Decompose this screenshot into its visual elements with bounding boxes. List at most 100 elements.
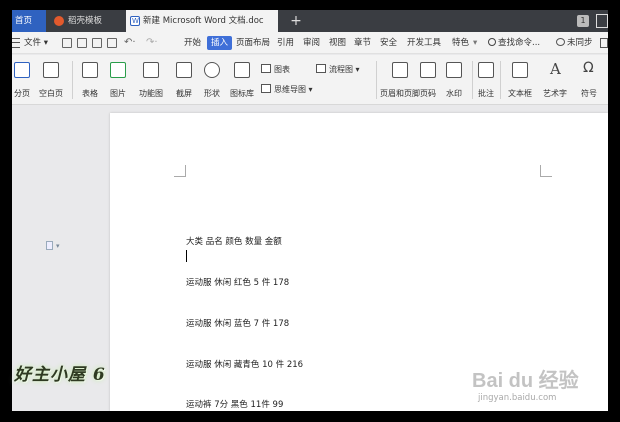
function-chart-label: 功能图 — [139, 89, 163, 98]
menu-view[interactable]: 视图 — [329, 32, 346, 54]
blank-page-icon — [43, 62, 59, 78]
tab-bar: 首页 稻壳模板 新建 Microsoft Word 文档.doc + 1 — [12, 10, 608, 32]
table-label: 表格 — [82, 89, 98, 98]
shape-label: 形状 — [204, 89, 220, 98]
document-line: 运动服 休闲 蓝色 7 件 178 — [186, 318, 290, 329]
document-line: 大类 品名 颜色 数量 金额 — [186, 237, 282, 248]
icon-library-icon — [234, 62, 250, 78]
restore-window-icon[interactable] — [596, 14, 608, 28]
window-count-badge[interactable]: 1 — [577, 15, 589, 27]
menu-insert[interactable]: 插入 — [207, 36, 233, 50]
header-footer-icon — [392, 62, 408, 78]
tab-document-label: 新建 Microsoft Word 文档.doc — [143, 16, 264, 26]
cover-page-icon — [14, 62, 30, 78]
symbol-icon — [581, 60, 597, 78]
menu-page-layout[interactable]: 页面布局 — [236, 32, 270, 54]
tab-templates-label: 稻壳模板 — [68, 16, 103, 26]
print-preview-icon[interactable] — [107, 38, 117, 48]
save-icon[interactable] — [62, 38, 72, 48]
paragraph-layout-icon[interactable] — [46, 241, 53, 250]
document-line: 运动服 休闲 藏青色 10 件 216 — [186, 359, 304, 370]
chart-button[interactable]: 图表 — [261, 63, 290, 77]
table-button[interactable]: 表格 — [76, 55, 104, 105]
mind-map-icon — [261, 84, 271, 93]
page-number-button[interactable]: 页码 — [414, 55, 442, 105]
ribbon-separator — [500, 61, 501, 99]
screenshot-button[interactable]: 截屏 — [170, 55, 198, 105]
comment-label: 批注 — [478, 89, 494, 98]
baidu-logo: Bai du 经验 — [472, 370, 579, 392]
page-number-icon — [420, 62, 436, 78]
tab-document[interactable]: 新建 Microsoft Word 文档.doc — [126, 10, 278, 32]
search-icon — [488, 38, 496, 46]
sync-status[interactable]: 未同步 — [556, 32, 593, 54]
menu-start[interactable]: 开始 — [184, 32, 201, 54]
page-number-label: 页码 — [420, 89, 436, 98]
blank-page-label: 空白页 — [39, 89, 63, 98]
ribbon-insert: 分页 空白页 表格 图片 功能图 截屏 形状 图标库 图表 思维导图 ▾ 流程图… — [12, 55, 608, 105]
margin-corner-mark — [540, 165, 552, 177]
undo-icon[interactable]: ↶· — [124, 32, 136, 54]
share-icon[interactable] — [600, 38, 608, 48]
picture-button[interactable]: 图片 — [104, 55, 132, 105]
command-search[interactable]: 查找命令... — [488, 32, 540, 54]
text-cursor — [186, 250, 187, 262]
flowchart-icon — [316, 64, 326, 73]
text-box-icon — [512, 62, 528, 78]
more-menu-icon[interactable]: ▾ — [473, 32, 477, 54]
ribbon-separator — [376, 61, 377, 99]
comment-button[interactable]: 批注 — [474, 55, 498, 105]
word-art-icon — [547, 60, 563, 78]
mind-map-label: 思维导图 — [274, 85, 306, 94]
new-tab-button[interactable]: + — [288, 10, 304, 32]
menu-security[interactable]: 安全 — [380, 32, 397, 54]
document-line: 运动裤 7分 黑色 11件 99 — [186, 400, 284, 411]
hamburger-menu-icon[interactable] — [12, 38, 20, 48]
blank-page-button[interactable]: 空白页 — [34, 55, 68, 105]
text-box-button[interactable]: 文本框 — [502, 55, 538, 105]
flowchart-label: 流程图 — [329, 65, 353, 74]
menu-bar: 文件 ▾ ↶· ↷· 开始 插入 页面布局 引用 审阅 视图 章节 安全 开发工… — [12, 32, 608, 54]
function-chart-icon — [143, 62, 159, 78]
shape-button[interactable]: 形状 — [198, 55, 226, 105]
flowchart-button[interactable]: 流程图 ▾ — [316, 63, 360, 77]
screenshot-frame: 首页 稻壳模板 新建 Microsoft Word 文档.doc + 1 文件 … — [0, 0, 620, 422]
menu-developer[interactable]: 开发工具 — [407, 32, 441, 54]
chart-icon — [261, 64, 271, 73]
baidu-url: jingyan.baidu.com — [478, 393, 557, 403]
symbol-label: 符号 — [581, 89, 597, 98]
symbol-button[interactable]: 符号 — [574, 55, 604, 105]
document-text[interactable]: 大类 品名 颜色 数量 金额 运动服 休闲 红色 5 件 178 运动服 休闲 … — [186, 209, 303, 411]
screenshot-icon — [176, 62, 192, 78]
tab-home[interactable]: 首页 — [12, 10, 46, 32]
redo-icon[interactable]: ↷· — [146, 32, 158, 54]
menu-file[interactable]: 文件 ▾ — [24, 32, 48, 54]
menu-file-label: 文件 — [24, 38, 42, 48]
mind-map-button[interactable]: 思维导图 ▾ — [261, 83, 313, 97]
document-line: 运动服 休闲 红色 5 件 178 — [186, 277, 290, 288]
export-pdf-icon[interactable] — [77, 38, 87, 48]
screenshot-label: 截屏 — [176, 89, 192, 98]
menu-review[interactable]: 审阅 — [303, 32, 320, 54]
watermark-button[interactable]: 水印 — [440, 55, 468, 105]
chevron-down-icon[interactable]: ▾ — [56, 242, 60, 250]
tab-templates[interactable]: 稻壳模板 — [50, 10, 122, 32]
watermark-label: 水印 — [446, 89, 462, 98]
word-art-button[interactable]: 艺术字 — [538, 55, 572, 105]
menu-references[interactable]: 引用 — [277, 32, 294, 54]
icon-library-button[interactable]: 图标库 — [228, 55, 256, 105]
baidu-jingyan-watermark: Bai du 经验 jingyan.baidu.com — [472, 364, 612, 403]
cloud-icon — [556, 38, 565, 46]
function-chart-button[interactable]: 功能图 — [134, 55, 168, 105]
table-icon — [82, 62, 98, 78]
sync-status-label: 未同步 — [567, 38, 593, 48]
picture-label: 图片 — [110, 89, 126, 98]
word-art-label: 艺术字 — [543, 89, 567, 98]
icon-library-label: 图标库 — [230, 89, 254, 98]
menu-features[interactable]: 特色 — [452, 32, 469, 54]
print-icon[interactable] — [92, 38, 102, 48]
author-watermark: 好主小屋 6 — [14, 365, 106, 385]
margin-corner-mark — [174, 165, 186, 177]
shape-icon — [204, 62, 220, 78]
menu-chapter[interactable]: 章节 — [354, 32, 371, 54]
